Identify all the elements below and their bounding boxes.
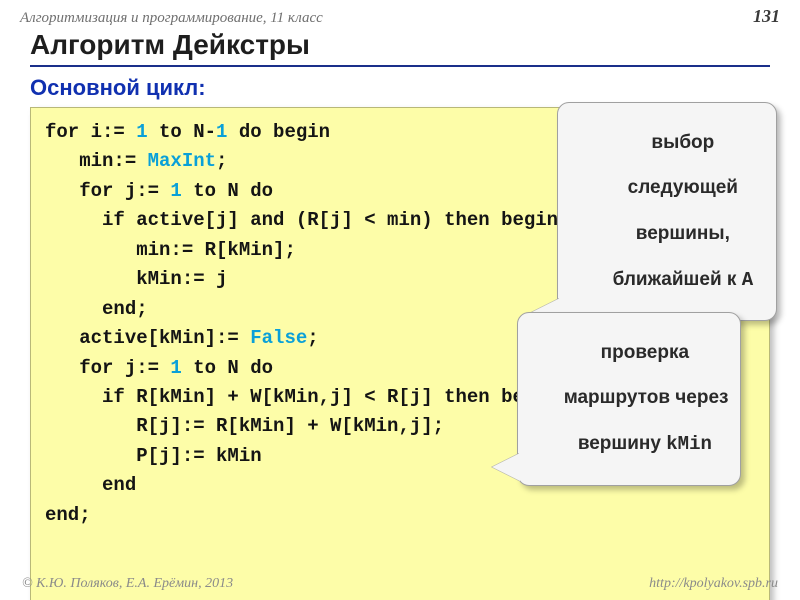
callout-text: маршрутов через	[564, 387, 729, 408]
code-text: do begin	[227, 121, 330, 143]
code-text: R[j]:= R[kMin] + W[kMin,j];	[45, 415, 444, 437]
slide-title: Алгоритм Дейкстры	[30, 29, 770, 67]
code-text: for i:=	[45, 121, 136, 143]
callout-text: следующей	[628, 177, 738, 198]
code-text: ;	[307, 327, 318, 349]
code-text: for j:=	[45, 180, 170, 202]
code-ident: False	[250, 327, 307, 349]
code-text: end;	[45, 504, 91, 526]
callout-vertex-selection: выбор следующей вершины, ближайшей к A	[557, 102, 777, 321]
code-text: if active[j] and (R[j] < min) then begin	[45, 209, 558, 231]
callout-ident: A	[742, 269, 753, 291]
code-text: active[kMin]:=	[45, 327, 250, 349]
code-ident: MaxInt	[148, 150, 216, 172]
code-text: end;	[45, 298, 148, 320]
code-text: P[j]:= kMin	[45, 445, 262, 467]
code-text: min:= R[kMin];	[45, 239, 296, 261]
code-text: kMin:= j	[45, 268, 227, 290]
code-text: to N-	[148, 121, 216, 143]
footer-copyright: © К.Ю. Поляков, Е.А. Ерёмин, 2013	[22, 576, 233, 592]
code-literal: 1	[216, 121, 227, 143]
course-label: Алгоритмизация и программирование, 11 кл…	[20, 10, 323, 27]
code-text: to N do	[182, 357, 273, 379]
callout-text: вершину	[578, 433, 666, 454]
page-number: 131	[753, 6, 780, 27]
code-text: if R[kMin] + W[kMin,j] < R[j] then begin	[45, 386, 558, 408]
callout-ident: kMin	[666, 433, 712, 455]
code-literal: 1	[170, 357, 181, 379]
code-text: end	[45, 474, 136, 496]
code-block: for i:= 1 to N-1 do begin min:= MaxInt; …	[30, 107, 770, 600]
callout-route-check: проверка маршрутов через вершину kMin	[517, 312, 741, 486]
callout-text: ближайшей к	[613, 269, 742, 290]
code-literal: 1	[136, 121, 147, 143]
footer-url: http://kpolyakov.spb.ru	[649, 576, 778, 592]
code-text: min:=	[45, 150, 148, 172]
code-literal: 1	[170, 180, 181, 202]
slide-subtitle: Основной цикл:	[30, 75, 800, 101]
code-text: to N do	[182, 180, 273, 202]
callout-text: вершины,	[636, 223, 730, 244]
callout-text: проверка	[601, 342, 689, 363]
code-text: for j:=	[45, 357, 170, 379]
callout-text: выбор	[651, 132, 714, 153]
code-text: ;	[216, 150, 227, 172]
